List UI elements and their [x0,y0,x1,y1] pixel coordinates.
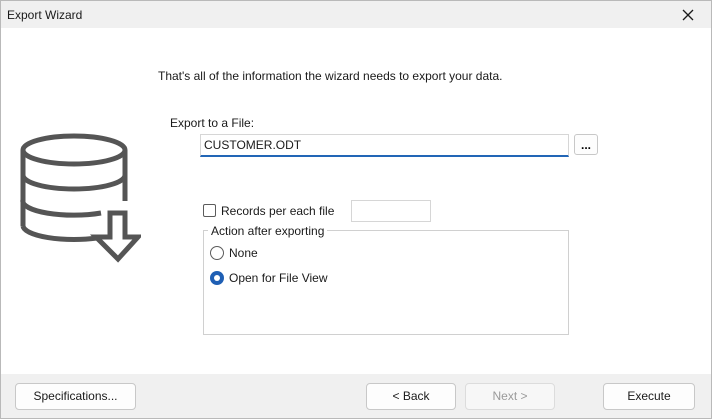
action-after-exporting-legend: Action after exporting [208,224,328,238]
radio-none-label: None [229,246,258,260]
records-per-file-input[interactable] [351,200,431,222]
next-button[interactable]: Next > [465,383,555,410]
radio-open-for-file-view[interactable] [210,271,224,285]
radio-none[interactable] [210,246,224,260]
records-per-file-checkbox[interactable] [203,204,216,217]
back-button[interactable]: < Back [366,383,456,410]
browse-button[interactable]: ... [574,134,598,155]
window-title: Export Wizard [7,8,83,22]
export-file-label: Export to a File: [170,116,255,130]
export-file-input[interactable] [200,134,569,157]
database-export-icon [20,133,141,263]
title-bar: Export Wizard [1,1,711,28]
radio-open-for-file-view-label: Open for File View [229,271,328,285]
execute-button[interactable]: Execute [603,383,695,410]
records-per-file-label: Records per each file [221,204,335,218]
specifications-button[interactable]: Specifications... [15,383,136,410]
export-wizard-window: Export Wizard That's all of the informat… [0,0,712,419]
close-icon [682,9,694,20]
intro-text: That's all of the information the wizard… [158,69,503,83]
wizard-content: That's all of the information the wizard… [1,28,711,374]
close-button[interactable] [665,1,711,28]
